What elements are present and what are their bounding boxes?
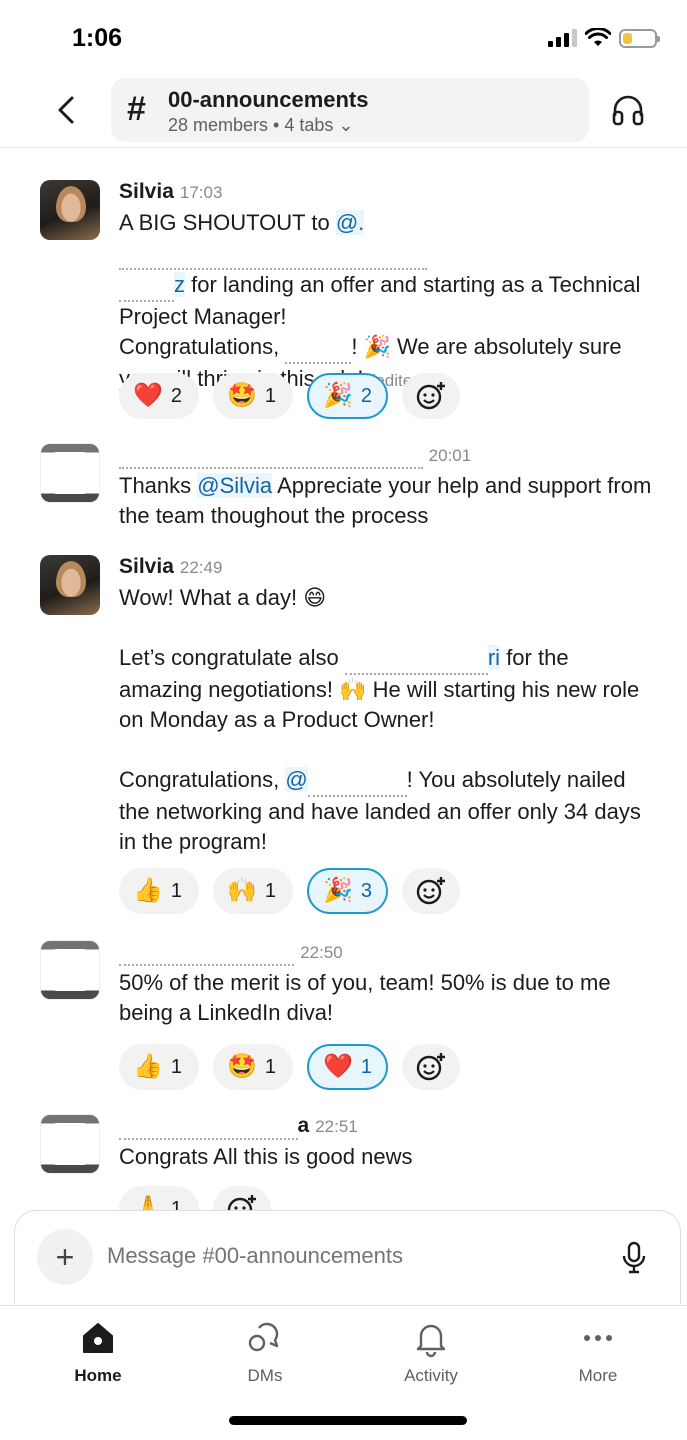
avatar[interactable] xyxy=(40,940,100,1000)
reaction-bar: ❤️ 2 🤩 1 🎉 2 xyxy=(119,373,461,419)
message-time: 22:49 xyxy=(179,558,223,577)
message-author[interactable]: a xyxy=(298,1114,310,1137)
user-mention[interactable]: xxxxxxxxxxxxxri xyxy=(344,643,501,675)
microphone-icon[interactable] xyxy=(621,1241,647,1275)
user-mention[interactable]: @xxxxxxxxx xyxy=(285,765,407,797)
reaction-tada[interactable]: 🎉 3 xyxy=(307,868,389,914)
more-dots-icon xyxy=(584,1335,612,1341)
reaction-bar: 🙏 1 xyxy=(119,1186,271,1210)
attach-plus-button[interactable]: + xyxy=(37,1229,93,1285)
reaction-star-struck[interactable]: 🤩 1 xyxy=(213,1044,293,1090)
message-text: 50% of the merit is of you, team! 50% is… xyxy=(119,970,611,1025)
channel-name: 00-announcements xyxy=(168,87,369,112)
message-author[interactable]: xxxxxxxxxxxxxxx xyxy=(119,940,295,966)
bell-icon xyxy=(416,1324,446,1358)
add-reaction-button[interactable] xyxy=(402,373,461,419)
message-time: 22:51 xyxy=(315,1117,358,1136)
user-mention[interactable]: xxxxxz xyxy=(119,270,185,302)
avatar[interactable] xyxy=(40,443,100,503)
avatar[interactable] xyxy=(40,555,100,615)
reaction-thumbs-up[interactable]: 👍 1 xyxy=(119,1044,199,1090)
add-reaction-button[interactable] xyxy=(402,1044,461,1090)
cellular-signal-icon xyxy=(548,29,577,47)
message-time: 20:01 xyxy=(428,446,472,465)
reaction-bar: 👍 1 🙌 1 🎉 3 xyxy=(119,868,461,914)
channel-info-button[interactable]: # 00-announcements 28 members • 4 tabs ⌄ xyxy=(111,78,589,142)
status-bar: 1:06 xyxy=(0,0,687,70)
user-mention[interactable]: @Silvia xyxy=(197,473,273,498)
battery-icon xyxy=(619,28,660,48)
channel-meta: 28 members • 4 tabs ⌄ xyxy=(168,115,354,135)
back-button[interactable] xyxy=(52,90,82,130)
wifi-icon xyxy=(585,28,611,46)
message-text: Congrats All this is good news xyxy=(119,1144,413,1169)
reaction-star-struck[interactable]: 🤩 1 xyxy=(213,373,293,419)
reaction-raised-hands[interactable]: 🙌 1 xyxy=(213,868,293,914)
message-input[interactable] xyxy=(107,1243,587,1269)
status-time: 1:06 xyxy=(72,24,123,52)
message-feed[interactable]: Silvia 17:03 A BIG SHOUTOUT to @.xxxxxxxx… xyxy=(0,150,687,1210)
message-text: Wow! What a day! 😄 Let’s congratulate al… xyxy=(119,585,641,854)
reaction-tada[interactable]: 🎉 2 xyxy=(307,373,389,419)
message-author[interactable]: xxxxxxxxxxxxxxxxxxxxxxxxxx xyxy=(119,443,423,469)
add-emoji-icon xyxy=(227,1195,256,1210)
dms-icon xyxy=(248,1322,279,1352)
channel-header: # 00-announcements 28 members • 4 tabs ⌄ xyxy=(0,72,687,148)
huddle-headphones-icon[interactable] xyxy=(610,92,646,128)
reaction-heart[interactable]: ❤️ 2 xyxy=(119,373,199,419)
home-icon xyxy=(83,1323,113,1353)
home-indicator xyxy=(229,1416,467,1425)
avatar[interactable] xyxy=(40,1114,100,1174)
message-text: Thanks @Silvia Appreciate your help and … xyxy=(119,473,652,528)
tab-home[interactable]: Home xyxy=(38,1318,158,1386)
add-emoji-icon xyxy=(416,877,446,905)
bottom-tab-bar: Home DMs Activity More xyxy=(0,1305,687,1405)
reaction-pray[interactable]: 🙏 1 xyxy=(119,1186,199,1210)
message-author[interactable]: Silvia xyxy=(119,180,174,203)
message-time: 17:03 xyxy=(179,183,223,202)
hash-icon: # xyxy=(127,90,146,128)
message-composer: + xyxy=(14,1210,681,1304)
reaction-thumbs-up[interactable]: 👍 1 xyxy=(119,868,199,914)
add-emoji-icon xyxy=(416,382,446,410)
tab-more[interactable]: More xyxy=(538,1318,658,1386)
avatar[interactable] xyxy=(40,180,100,240)
add-reaction-button[interactable] xyxy=(213,1186,271,1210)
reaction-heart[interactable]: ❤️ 1 xyxy=(307,1044,389,1090)
message-text: A BIG SHOUTOUT to @.xxxxxxxxxxxxxxxxxxxx… xyxy=(119,210,641,391)
message-author[interactable]: Silvia xyxy=(119,555,174,578)
reaction-bar: 👍 1 🤩 1 ❤️ 1 xyxy=(119,1044,461,1090)
status-icons xyxy=(548,28,660,48)
add-reaction-button[interactable] xyxy=(402,868,461,914)
tab-activity[interactable]: Activity xyxy=(371,1318,491,1386)
add-emoji-icon xyxy=(416,1053,446,1081)
message-time: 22:50 xyxy=(300,943,343,962)
tab-dms[interactable]: DMs xyxy=(205,1318,325,1386)
